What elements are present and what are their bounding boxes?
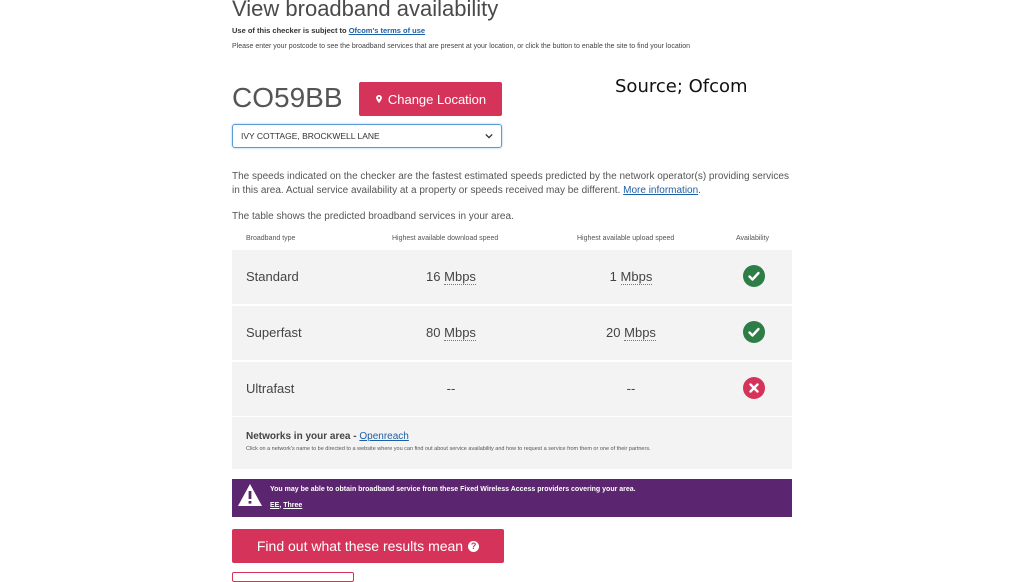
speed-disclaimer-text: The speeds indicated on the checker are … bbox=[232, 171, 789, 196]
row-type-standard: Standard bbox=[246, 269, 299, 284]
upload-value: 1 bbox=[609, 269, 617, 284]
fwa-banner bbox=[232, 479, 792, 517]
instructions-text: Please enter your postcode to see the br… bbox=[232, 43, 691, 50]
x-circle-icon bbox=[743, 377, 765, 399]
speed-disclaimer: The speeds indicated on the checker are … bbox=[232, 170, 792, 198]
terms-notice: Use of this checker is subject to Ofcom'… bbox=[232, 26, 425, 35]
warning-triangle-icon bbox=[238, 484, 262, 506]
terms-of-use-link[interactable]: Ofcom's terms of use bbox=[349, 26, 425, 35]
openreach-link[interactable]: Openreach bbox=[359, 431, 408, 442]
check-circle-icon bbox=[743, 265, 765, 287]
source-annotation: Source; Ofcom bbox=[615, 76, 748, 97]
download-value: -- bbox=[446, 381, 456, 396]
terms-prefix: Use of this checker is subject to bbox=[232, 26, 347, 35]
download-unit: Mbps bbox=[444, 269, 476, 285]
more-information-link[interactable]: More information bbox=[623, 185, 698, 196]
header-download-speed: Highest available download speed bbox=[392, 235, 499, 242]
disclaimer-period: . bbox=[698, 185, 701, 196]
upload-unit: Mbps bbox=[624, 325, 656, 341]
question-circle-icon: ? bbox=[468, 540, 480, 552]
upload-speed-superfast: 20 Mbps bbox=[571, 325, 691, 341]
change-location-label: Change Location bbox=[387, 91, 487, 107]
download-value: 80 bbox=[426, 325, 441, 340]
table-intro: The table shows the predicted broadband … bbox=[232, 211, 514, 222]
fwa-links: EE, Three bbox=[270, 502, 302, 509]
check-circle-icon bbox=[743, 321, 765, 343]
header-availability: Availability bbox=[736, 235, 769, 242]
download-speed-standard: 16 Mbps bbox=[391, 269, 511, 285]
address-select[interactable]: IVY COTTAGE, BROCKWELL LANE bbox=[232, 124, 502, 148]
ee-link[interactable]: EE bbox=[270, 502, 279, 509]
networks-title: Networks in your area - bbox=[246, 431, 360, 442]
download-speed-ultrafast: -- bbox=[391, 381, 511, 396]
map-pin-icon bbox=[375, 95, 382, 103]
row-type-superfast: Superfast bbox=[246, 325, 302, 340]
find-out-results-label: Find out what these results mean bbox=[256, 538, 464, 554]
table-row bbox=[232, 362, 792, 416]
networks-panel bbox=[232, 417, 792, 469]
postcode-display: CO59BB bbox=[232, 82, 343, 113]
address-select-value: IVY COTTAGE, BROCKWELL LANE bbox=[241, 131, 380, 141]
header-upload-speed: Highest available upload speed bbox=[577, 235, 675, 242]
fwa-text: You may be able to obtain broadband serv… bbox=[270, 486, 636, 493]
upload-value: 20 bbox=[606, 325, 621, 340]
networks-note: Click on a network's name to be directed… bbox=[246, 446, 651, 452]
row-type-ultrafast: Ultrafast bbox=[246, 381, 295, 396]
header-broadband-type: Broadband type bbox=[246, 235, 296, 242]
download-value: 16 bbox=[426, 269, 441, 284]
upload-value: -- bbox=[626, 381, 636, 396]
download-speed-superfast: 80 Mbps bbox=[391, 325, 511, 341]
table-row bbox=[232, 306, 792, 360]
three-link[interactable]: Three bbox=[283, 502, 302, 509]
upload-speed-standard: 1 Mbps bbox=[571, 269, 691, 285]
find-out-results-button[interactable]: Find out what these results mean ? bbox=[232, 529, 504, 563]
table-row bbox=[232, 250, 792, 304]
secondary-button-partial[interactable] bbox=[232, 572, 354, 582]
page-title: View broadband availability bbox=[232, 0, 499, 21]
chevron-down-icon bbox=[485, 133, 493, 139]
networks-heading: Networks in your area - Openreach bbox=[246, 431, 409, 442]
upload-speed-ultrafast: -- bbox=[571, 381, 691, 396]
change-location-button[interactable]: Change Location bbox=[359, 82, 502, 116]
upload-unit: Mbps bbox=[620, 269, 653, 285]
download-unit: Mbps bbox=[444, 325, 476, 341]
